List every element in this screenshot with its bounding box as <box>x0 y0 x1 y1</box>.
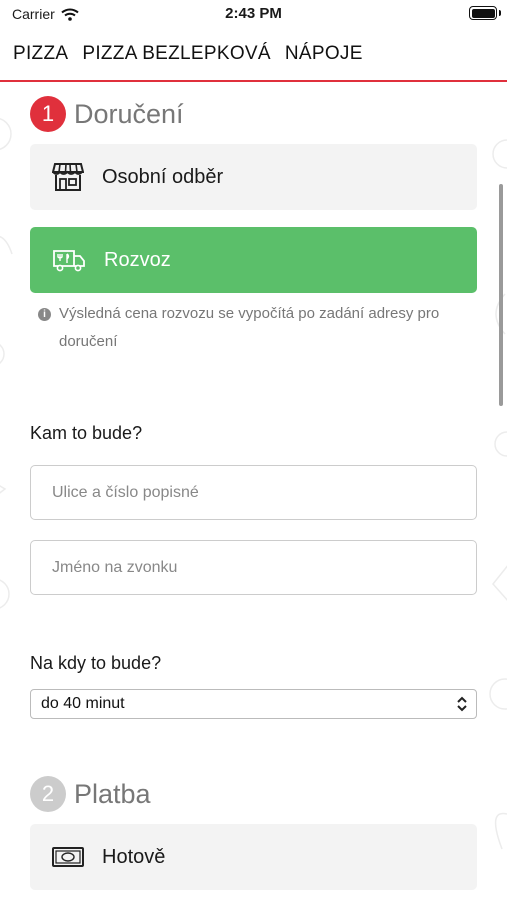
street-address-input[interactable] <box>30 465 477 520</box>
status-bar: Carrier 2:43 PM <box>0 0 507 28</box>
category-nav: PIZZA PIZZA BEZLEPKOVÁ NÁPOJE <box>0 28 507 82</box>
scrollbar[interactable] <box>499 184 503 406</box>
nav-item-pizza-gluten-free[interactable]: PIZZA BEZLEPKOVÁ <box>82 43 271 65</box>
pickup-option-button[interactable]: Osobní odběr <box>30 144 477 210</box>
delivery-price-info: i Výsledná cena rozvozu se vypočítá po z… <box>38 300 468 356</box>
info-icon: i <box>38 308 51 321</box>
clock: 2:43 PM <box>225 5 282 22</box>
select-arrows-icon <box>457 696 467 712</box>
delivery-van-icon <box>53 250 85 272</box>
delivery-section-header: 1 Doručení <box>30 96 184 132</box>
store-icon <box>52 163 84 191</box>
battery-icon <box>469 6 497 20</box>
delivery-time-select[interactable]: do 40 minut <box>30 689 477 719</box>
checkout-content[interactable]: 1 Doručení Osobní odběr Rozvoz i Výsledn… <box>0 84 507 900</box>
delivery-title: Doručení <box>74 98 184 129</box>
payment-section-header: 2 Platba <box>30 776 151 812</box>
step-number-badge: 1 <box>30 96 66 132</box>
nav-item-pizza[interactable]: PIZZA <box>13 43 68 65</box>
cash-option-button[interactable]: Hotově <box>30 824 477 890</box>
pickup-option-label: Osobní odběr <box>102 165 224 188</box>
background-doodle-icon <box>0 118 13 609</box>
delivery-time-value: do 40 minut <box>41 695 125 712</box>
cash-icon <box>52 847 84 867</box>
delivery-option-label: Rozvoz <box>104 248 171 271</box>
step-number-badge: 2 <box>30 776 66 812</box>
doorbell-name-input[interactable] <box>30 540 477 595</box>
cash-option-label: Hotově <box>102 845 166 868</box>
nav-item-drinks[interactable]: NÁPOJE <box>285 43 363 65</box>
background-doodle-icon <box>489 139 507 850</box>
delivery-option-button[interactable]: Rozvoz <box>30 227 477 293</box>
delivery-price-info-text: Výsledná cena rozvozu se vypočítá po zad… <box>59 305 440 350</box>
battery-tip <box>498 10 501 16</box>
time-question: Na kdy to bude? <box>30 653 162 673</box>
payment-title: Platba <box>74 778 151 809</box>
address-question: Kam to bude? <box>30 423 143 443</box>
